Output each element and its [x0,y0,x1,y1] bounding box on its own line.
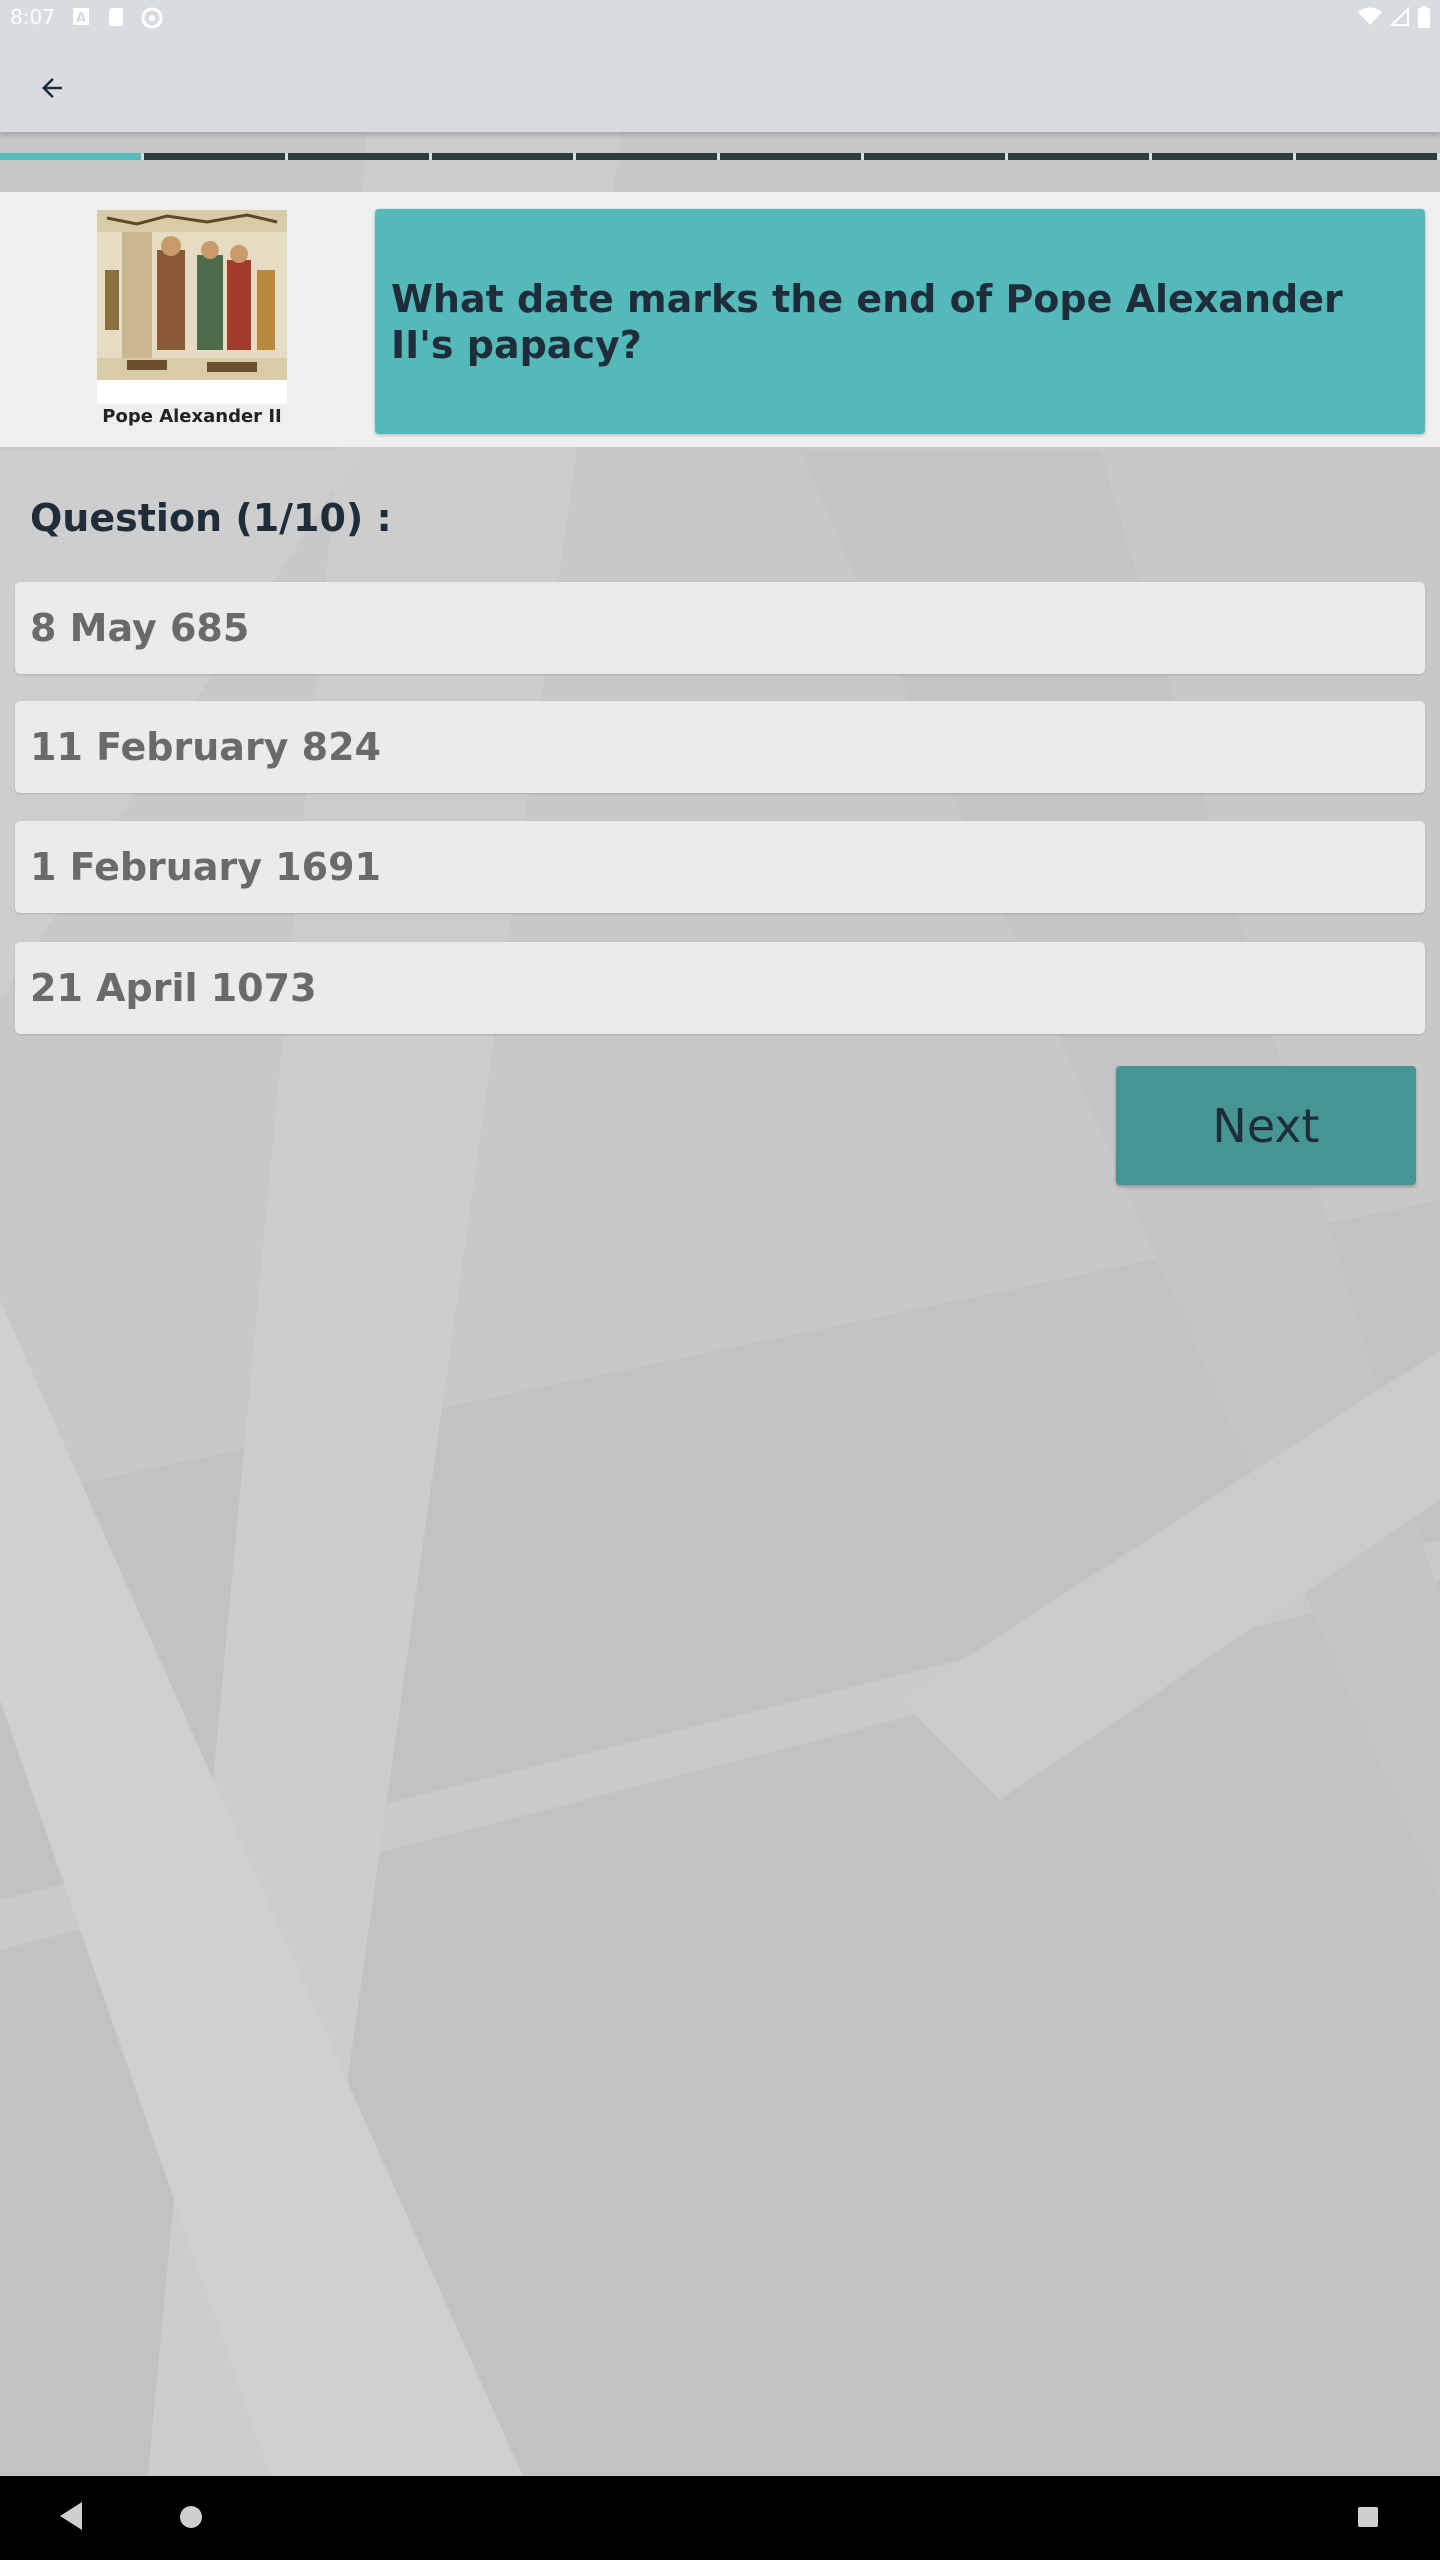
svg-text:A: A [76,11,86,26]
answer-label: 21 April 1073 [30,966,317,1010]
answer-option-2[interactable]: 11 February 824 [15,701,1425,793]
back-button[interactable] [28,64,76,112]
wifi-icon [1358,7,1382,25]
progress-segment [864,153,1008,160]
question-text: What date marks the end of Pope Alexande… [391,276,1343,367]
subject-image-card: Pope Alexander II [97,210,287,427]
question-box: What date marks the end of Pope Alexande… [375,209,1425,434]
tapestry-image [97,210,287,380]
nav-back-icon[interactable] [56,2500,84,2532]
question-progress [0,153,1440,160]
progress-segment [432,153,576,160]
question-panel: Pope Alexander II What date marks the en… [0,192,1440,447]
image-caption: Pope Alexander II [102,406,282,427]
progress-segment [1008,153,1152,160]
app-bar [0,36,1440,132]
progress-segment [720,153,864,160]
answer-label: 8 May 685 [30,606,250,650]
status-time: 8:07 [10,5,55,29]
answer-label: 11 February 824 [30,725,381,769]
progress-segment [576,153,720,160]
arrow-back-icon [42,78,62,98]
progress-segment [0,153,144,160]
status-bar: 8:07 A [0,0,1440,36]
question-counter: Question (1/10) : [30,496,392,540]
next-button[interactable]: Next [1116,1066,1416,1185]
system-nav-bar [0,2476,1440,2560]
progress-segment [144,153,288,160]
progress-segment [1296,153,1440,160]
progress-segment [288,153,432,160]
answer-option-4[interactable]: 21 April 1073 [15,942,1425,1034]
a-icon: A [73,8,89,26]
progress-segment [1152,153,1296,160]
image-strip [97,380,287,404]
sd-card-icon [109,8,123,26]
answer-option-3[interactable]: 1 February 1691 [15,821,1425,913]
nav-recents-icon[interactable] [1358,2507,1378,2527]
signal-icon [1390,7,1409,26]
battery-icon [1418,6,1430,28]
answer-option-1[interactable]: 8 May 685 [15,582,1425,674]
answer-label: 1 February 1691 [30,845,381,889]
nav-home-icon[interactable] [180,2506,202,2528]
sync-icon [141,7,163,29]
